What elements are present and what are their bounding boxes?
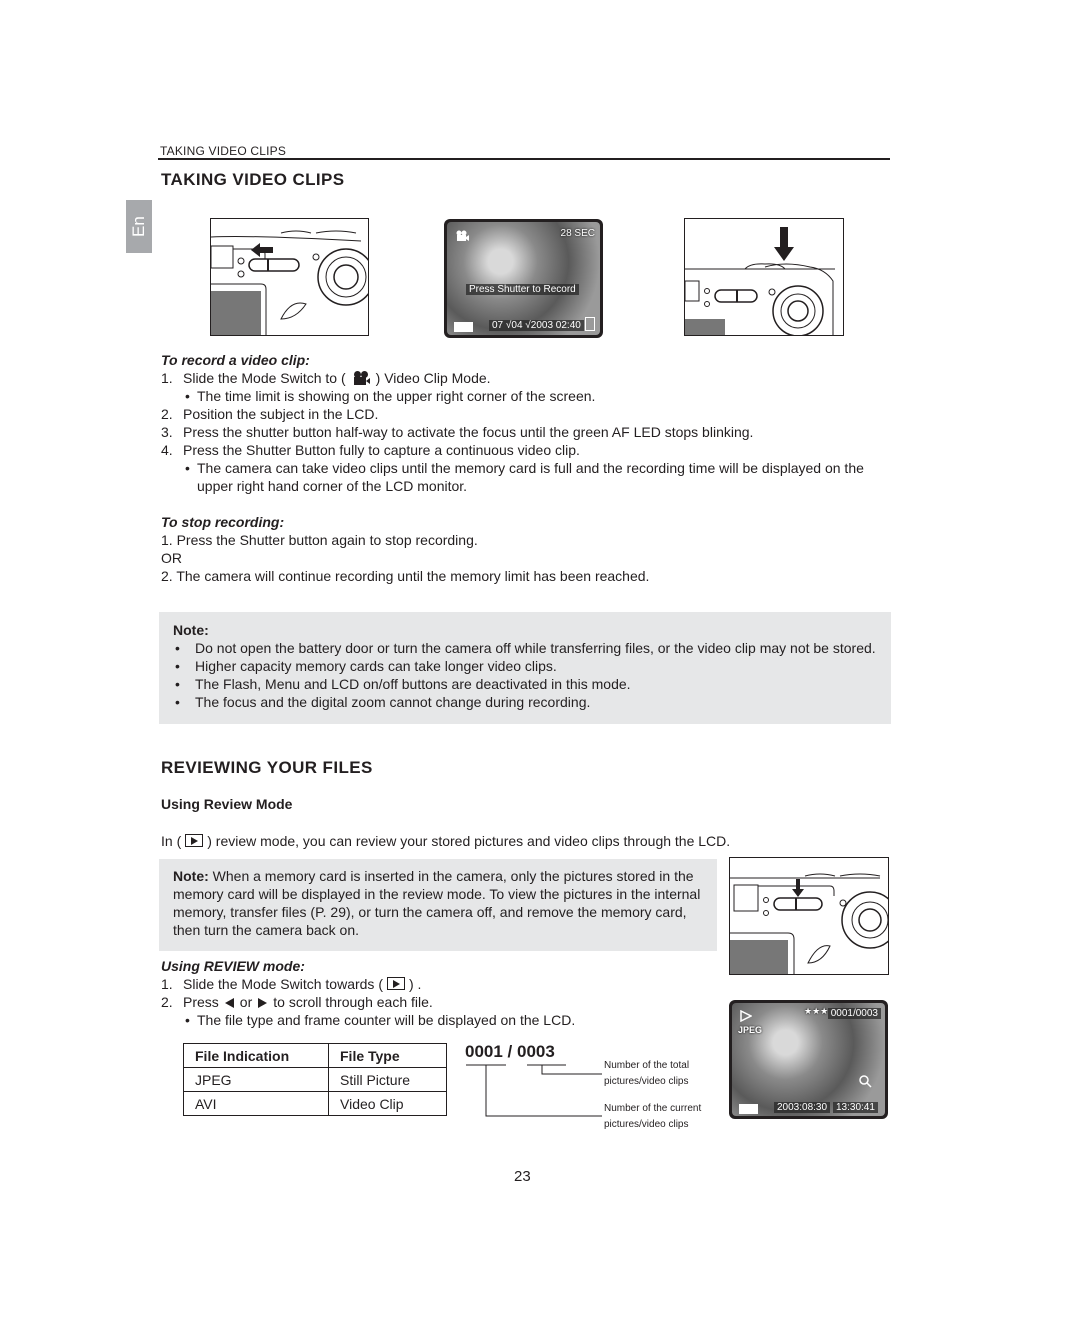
time-limit-readout: 28 SEC bbox=[560, 228, 595, 239]
note-box-video: Note: • Do not open the battery door or t… bbox=[159, 612, 891, 724]
using-review-instructions: Using REVIEW mode: 1. Slide the Mode Swi… bbox=[161, 957, 721, 1029]
using-review-mode-heading: Using Review Mode bbox=[161, 796, 293, 812]
file-type-table: File Indication File Type JPEG Still Pic… bbox=[183, 1043, 447, 1116]
quality-readout: ★★★ bbox=[804, 1006, 829, 1016]
note-list: • Do not open the battery door or turn th… bbox=[173, 639, 893, 711]
lcd-recording-screen: 28 SEC Press Shutter to Record 07 √04 √2… bbox=[444, 219, 603, 338]
lcd-review-screen: JPEG ★★★ 0001/0003 2003:08:30 13:30:41 bbox=[729, 1000, 888, 1119]
counter-total: 0003 bbox=[517, 1042, 555, 1061]
record-step-1-note: • The time limit is showing on the upper… bbox=[185, 388, 596, 404]
table-cell: Still Picture bbox=[328, 1067, 447, 1092]
figure-mode-switch bbox=[210, 218, 369, 336]
stop-line-2: 2. The camera will continue recording un… bbox=[161, 568, 650, 584]
note-item: • The focus and the digital zoom cannot c… bbox=[175, 694, 591, 710]
table-row: AVI Video Clip bbox=[183, 1091, 447, 1116]
record-step-2: 2. Position the subject in the LCD. bbox=[161, 406, 379, 422]
battery-icon bbox=[454, 322, 473, 332]
memory-card-icon bbox=[585, 317, 595, 331]
using-review-heading: Using REVIEW mode: bbox=[161, 958, 305, 974]
review-intro: In () review mode, you can review your s… bbox=[161, 833, 731, 849]
callout-total: Number of the total pictures/video clips bbox=[604, 1060, 690, 1087]
play-mode-icon bbox=[185, 834, 204, 847]
down-arrow-icon bbox=[792, 879, 804, 902]
note-title: Note: bbox=[173, 622, 209, 638]
record-step-4: 4. Press the Shutter Button fully to cap… bbox=[161, 442, 580, 458]
counter-current: 0001 bbox=[465, 1042, 503, 1061]
frame-counter-readout: 0001/0003 bbox=[827, 1008, 881, 1019]
record-prompt: Press Shutter to Record bbox=[466, 284, 579, 295]
table-cell: Video Clip bbox=[328, 1091, 447, 1116]
page-number: 23 bbox=[514, 1168, 531, 1185]
time-readout: 13:30:41 bbox=[833, 1102, 878, 1113]
callout-current: Number of the current pictures/video cli… bbox=[604, 1103, 702, 1130]
stop-line-or: OR bbox=[161, 550, 182, 566]
stop-instructions: To stop recording: 1. Press the Shutter … bbox=[161, 513, 891, 585]
camera-back-drawing bbox=[211, 230, 368, 335]
counter-callout-lines bbox=[466, 1064, 602, 1117]
record-instructions: To record a video clip: 1. Slide the Mod… bbox=[161, 351, 891, 495]
table-cell: AVI bbox=[183, 1091, 329, 1116]
figure-review-switch bbox=[729, 857, 889, 975]
note-item: • Do not open the battery door or turn th… bbox=[175, 640, 876, 656]
zoom-magnifier-icon bbox=[858, 1074, 872, 1093]
date-readout: 2003:08:30 bbox=[774, 1102, 831, 1113]
table-row: JPEG Still Picture bbox=[183, 1067, 447, 1092]
record-step-4-note: • The camera can take video clips until … bbox=[185, 460, 864, 494]
table-header-row: File Indication File Type bbox=[183, 1043, 447, 1068]
video-camera-icon bbox=[456, 228, 469, 246]
play-mode-icon bbox=[386, 977, 405, 990]
note-item: • The Flash, Menu and LCD on/off buttons … bbox=[175, 676, 631, 692]
record-step-1: 1. Slide the Mode Switch to () Video Cli… bbox=[161, 370, 491, 386]
review-step-2: 2. Press or to scroll through each file. bbox=[161, 994, 433, 1010]
note-box-memory-card: Note: When a memory card is inserted in … bbox=[159, 859, 717, 951]
note-label: Note: bbox=[173, 868, 209, 884]
date-time-readout: 07 √04 √2003 02:40 bbox=[489, 320, 584, 331]
frame-counter-example: 0001 / 0003 bbox=[465, 1042, 555, 1061]
language-tab-label: En bbox=[129, 216, 148, 237]
video-camera-icon bbox=[352, 371, 370, 385]
note-item: • Higher capacity memory cards can take l… bbox=[175, 658, 557, 674]
section-title-taking-video-clips: TAKING VIDEO CLIPS bbox=[161, 170, 345, 189]
figure-shutter-press bbox=[684, 218, 844, 336]
table-header-cell: File Type bbox=[328, 1043, 447, 1068]
stop-heading: To stop recording: bbox=[161, 514, 285, 530]
battery-icon bbox=[739, 1104, 758, 1114]
left-triangle-icon bbox=[224, 998, 234, 1008]
table-cell: JPEG bbox=[183, 1067, 329, 1092]
record-heading: To record a video clip: bbox=[161, 352, 310, 368]
note-text: When a memory card is inserted in the ca… bbox=[173, 868, 701, 938]
table-header-cell: File Indication bbox=[183, 1043, 329, 1068]
lcd-photo bbox=[732, 1003, 885, 1116]
record-step-3: 3. Press the shutter button half-way to … bbox=[161, 424, 754, 440]
running-header: TAKING VIDEO CLIPS bbox=[160, 144, 287, 158]
header-rule bbox=[158, 158, 890, 160]
right-triangle-icon bbox=[258, 998, 268, 1008]
section-title-reviewing-files: REVIEWING YOUR FILES bbox=[161, 758, 373, 777]
left-arrow-icon bbox=[251, 243, 273, 262]
language-tab: En bbox=[126, 200, 152, 253]
review-step-1: 1. Slide the Mode Switch towards () . bbox=[161, 976, 422, 992]
file-type-readout: JPEG bbox=[738, 1025, 763, 1035]
down-arrow-icon bbox=[774, 227, 794, 266]
review-step-2-note: • The file type and frame counter will b… bbox=[185, 1012, 576, 1028]
camera-back-drawing bbox=[685, 263, 835, 335]
camera-back-drawing bbox=[730, 873, 888, 974]
stop-line-1: 1. Press the Shutter button again to sto… bbox=[161, 532, 478, 548]
